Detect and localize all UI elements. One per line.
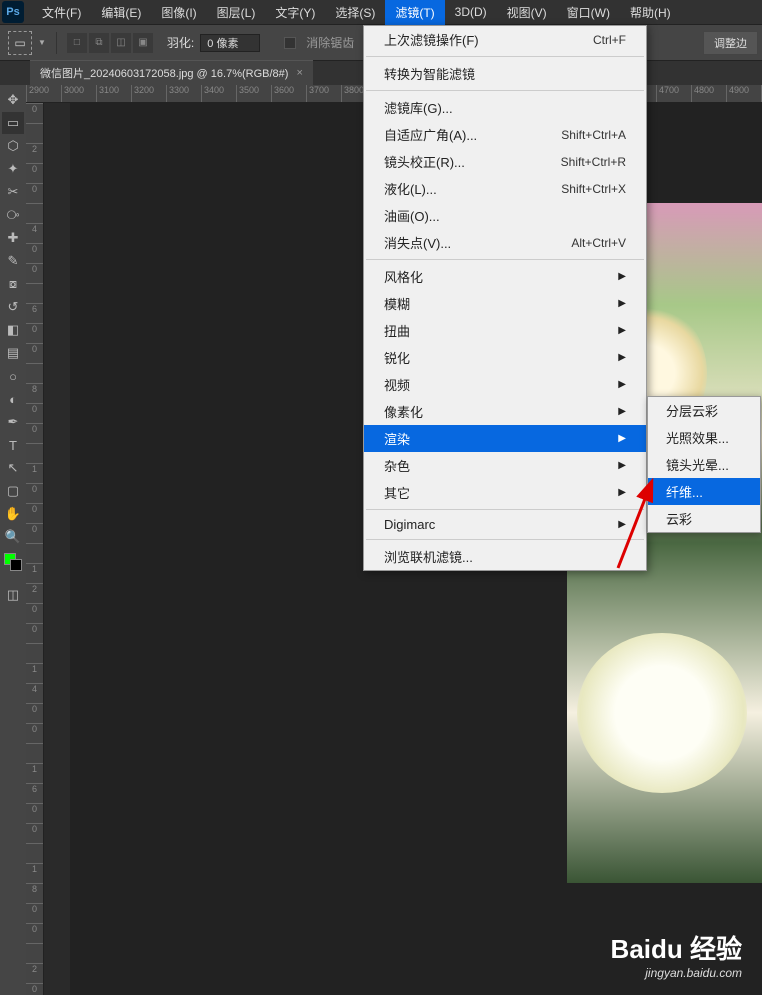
chevron-right-icon: ▶	[618, 406, 626, 417]
chevron-right-icon: ▶	[618, 325, 626, 336]
filter-menu-item[interactable]: 其它▶	[364, 479, 646, 506]
filter-menu-item[interactable]: 视频▶	[364, 371, 646, 398]
hand-tool-icon[interactable]: ✋	[2, 503, 24, 525]
menu-image[interactable]: 图像(I)	[151, 0, 206, 25]
wand-tool-icon[interactable]: ✦	[2, 158, 24, 180]
dodge-tool-icon[interactable]: ◐	[2, 388, 24, 410]
filter-menu-item[interactable]: 像素化▶	[364, 398, 646, 425]
selection-mode-group: □ ⧉ ◫ ▣	[67, 33, 153, 53]
menu-edit[interactable]: 编辑(E)	[91, 0, 151, 25]
filter-menu-item[interactable]: 风格化▶	[364, 263, 646, 290]
tab-title: 微信图片_20240603172058.jpg @ 16.7%(RGB/8#)	[40, 65, 288, 81]
chevron-down-icon[interactable]: ▼	[38, 38, 46, 47]
selection-new-icon[interactable]: □	[67, 33, 87, 53]
filter-menu-item[interactable]: 杂色▶	[364, 452, 646, 479]
crop-tool-icon[interactable]: ✂	[2, 181, 24, 203]
filter-menu-item[interactable]: 扭曲▶	[364, 317, 646, 344]
eyedropper-tool-icon[interactable]: ⧂	[2, 204, 24, 226]
render-submenu-item[interactable]: 镜头光晕...	[648, 451, 760, 478]
zoom-tool-icon[interactable]: 🔍	[2, 526, 24, 548]
filter-menu-item[interactable]: 转换为智能滤镜	[364, 60, 646, 87]
menu-type[interactable]: 文字(Y)	[265, 0, 325, 25]
menu-separator	[366, 539, 644, 540]
filter-menu-item[interactable]: 锐化▶	[364, 344, 646, 371]
menu-file[interactable]: 文件(F)	[32, 0, 91, 25]
filter-menu-item[interactable]: 镜头校正(R)...Shift+Ctrl+R	[364, 148, 646, 175]
render-submenu-item[interactable]: 分层云彩	[648, 397, 760, 424]
chevron-right-icon: ▶	[618, 487, 626, 498]
menu-layer[interactable]: 图层(L)	[207, 0, 266, 25]
vertical-ruler: 0200400600800100012001400160018002000220…	[26, 103, 44, 995]
type-tool-icon[interactable]: T	[2, 434, 24, 456]
feather-input[interactable]	[200, 34, 260, 52]
chevron-right-icon: ▶	[618, 352, 626, 363]
chevron-right-icon: ▶	[618, 298, 626, 309]
blur-tool-icon[interactable]: ○	[2, 365, 24, 387]
menu-separator	[366, 259, 644, 260]
marquee-tool-icon[interactable]: ▭	[2, 112, 24, 134]
brush-tool-icon[interactable]: ✎	[2, 250, 24, 272]
filter-menu-item[interactable]: 滤镜库(G)...	[364, 94, 646, 121]
chevron-right-icon: ▶	[618, 519, 626, 530]
menu-view[interactable]: 视图(V)	[497, 0, 557, 25]
chevron-right-icon: ▶	[618, 379, 626, 390]
selection-intersect-icon[interactable]: ▣	[133, 33, 153, 53]
pen-tool-icon[interactable]: ✒	[2, 411, 24, 433]
document-tab[interactable]: 微信图片_20240603172058.jpg @ 16.7%(RGB/8#) …	[30, 60, 313, 85]
menu-window[interactable]: 窗口(W)	[557, 0, 620, 25]
eraser-tool-icon[interactable]: ◧	[2, 319, 24, 341]
menubar: Ps 文件(F) 编辑(E) 图像(I) 图层(L) 文字(Y) 选择(S) 滤…	[0, 0, 762, 25]
background-color[interactable]	[10, 559, 22, 571]
filter-menu-item[interactable]: 消失点(V)...Alt+Ctrl+V	[364, 229, 646, 256]
history-brush-tool-icon[interactable]: ↺	[2, 296, 24, 318]
lasso-tool-icon[interactable]: ⬡	[2, 135, 24, 157]
menu-3d[interactable]: 3D(D)	[445, 1, 497, 23]
gradient-tool-icon[interactable]: ▤	[2, 342, 24, 364]
close-icon[interactable]: ×	[296, 67, 302, 79]
menu-filter[interactable]: 滤镜(T)	[385, 0, 444, 25]
filter-menu-item[interactable]: Digimarc▶	[364, 513, 646, 536]
color-swatch[interactable]	[4, 553, 22, 571]
filter-menu-item[interactable]: 油画(O)...	[364, 202, 646, 229]
toolbox: ✥ ▭ ⬡ ✦ ✂ ⧂ ✚ ✎ ⧇ ↺ ◧ ▤ ○ ◐ ✒ T ↖ ▢ ✋ 🔍 …	[0, 85, 26, 995]
filter-menu-item[interactable]: 上次滤镜操作(F)Ctrl+F	[364, 26, 646, 53]
chevron-right-icon: ▶	[618, 433, 626, 444]
watermark: Baidu 经验 jingyan.baidu.com	[611, 929, 742, 980]
stamp-tool-icon[interactable]: ⧇	[2, 273, 24, 295]
quickmask-icon[interactable]: ◫	[2, 584, 24, 606]
filter-menu-item[interactable]: 液化(L)...Shift+Ctrl+X	[364, 175, 646, 202]
marquee-icon: ▭	[14, 36, 25, 50]
healing-tool-icon[interactable]: ✚	[2, 227, 24, 249]
selection-add-icon[interactable]: ⧉	[89, 33, 109, 53]
menu-select[interactable]: 选择(S)	[325, 0, 385, 25]
chevron-right-icon: ▶	[618, 460, 626, 471]
render-submenu-item[interactable]: 光照效果...	[648, 424, 760, 451]
menu-separator	[366, 90, 644, 91]
render-submenu-item[interactable]: 云彩	[648, 505, 760, 532]
chevron-right-icon: ▶	[618, 271, 626, 282]
menu-separator	[366, 509, 644, 510]
antialias-label: 消除锯齿	[306, 34, 354, 51]
app-logo: Ps	[2, 1, 24, 23]
filter-menu-item[interactable]: 渲染▶	[364, 425, 646, 452]
watermark-url: jingyan.baidu.com	[611, 966, 742, 980]
feather-label: 羽化:	[167, 34, 194, 51]
path-tool-icon[interactable]: ↖	[2, 457, 24, 479]
selection-subtract-icon[interactable]: ◫	[111, 33, 131, 53]
filter-menu-item[interactable]: 自适应广角(A)...Shift+Ctrl+A	[364, 121, 646, 148]
move-tool-icon[interactable]: ✥	[2, 89, 24, 111]
filter-menu-item[interactable]: 浏览联机滤镜...	[364, 543, 646, 570]
render-submenu: 分层云彩光照效果...镜头光晕...纤维...云彩	[647, 396, 761, 533]
render-submenu-item[interactable]: 纤维...	[648, 478, 760, 505]
current-tool-indicator[interactable]: ▭	[8, 31, 32, 55]
watermark-logo: Baidu 经验	[611, 929, 742, 966]
filter-menu-dropdown: 上次滤镜操作(F)Ctrl+F 转换为智能滤镜滤镜库(G)...自适应广角(A).…	[363, 25, 647, 571]
antialias-checkbox[interactable]	[284, 37, 296, 49]
menu-help[interactable]: 帮助(H)	[620, 0, 681, 25]
adjust-edge-button[interactable]: 调整边	[703, 31, 758, 55]
shape-tool-icon[interactable]: ▢	[2, 480, 24, 502]
filter-menu-item[interactable]: 模糊▶	[364, 290, 646, 317]
menu-separator	[366, 56, 644, 57]
separator	[56, 32, 57, 54]
